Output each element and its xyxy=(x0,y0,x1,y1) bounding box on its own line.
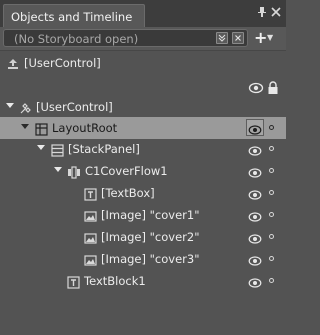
visibility-eye-icon[interactable] xyxy=(248,274,262,288)
lock-toggle-dot[interactable] xyxy=(269,190,274,195)
usercontrol-icon xyxy=(19,100,32,114)
column-header-row xyxy=(0,78,286,98)
lock-toggle-dot[interactable] xyxy=(269,278,274,283)
panel-tab[interactable]: Objects and Timeline xyxy=(3,4,145,27)
image-icon xyxy=(84,230,97,244)
tree-item-label: TextBlock1 xyxy=(84,274,146,288)
show-all-eye-icon[interactable] xyxy=(248,80,264,94)
lock-toggle-dot[interactable] xyxy=(269,125,274,130)
scope-row[interactable]: [UserControl] xyxy=(0,52,286,74)
lock-toggle-dot[interactable] xyxy=(269,212,274,217)
visibility-eye-icon[interactable] xyxy=(248,230,262,244)
lock-all-icon[interactable] xyxy=(267,80,279,94)
lock-toggle-dot[interactable] xyxy=(269,146,274,151)
lock-toggle-dot[interactable] xyxy=(269,256,274,261)
expand-toggle-icon[interactable] xyxy=(6,103,14,108)
tree-item-label: [UserControl] xyxy=(36,100,113,114)
image-icon xyxy=(84,252,97,266)
visibility-eye-icon[interactable] xyxy=(248,252,262,266)
storyboard-picker-text: (No Storyboard open) xyxy=(14,32,139,46)
new-storyboard-button[interactable]: + xyxy=(254,30,267,46)
tree-item-stackpanel[interactable]: [StackPanel] xyxy=(0,138,286,160)
pin-icon[interactable] xyxy=(256,6,268,18)
close-storyboard-button[interactable] xyxy=(232,32,244,44)
tree-item-image-cover1[interactable]: [Image] "cover1" xyxy=(0,204,286,226)
panel-title: Objects and Timeline xyxy=(11,10,133,24)
scope-up-icon[interactable] xyxy=(6,56,20,70)
tree-item-label: [TextBox] xyxy=(101,186,155,200)
storyboard-picker[interactable]: (No Storyboard open) xyxy=(3,29,248,47)
panel-title-bar: Objects and Timeline xyxy=(0,0,286,27)
visibility-eye-icon[interactable] xyxy=(248,121,262,135)
tree-item-image-cover2[interactable]: [Image] "cover2" xyxy=(0,226,286,248)
visibility-eye-icon[interactable] xyxy=(248,142,262,156)
close-icon[interactable] xyxy=(270,6,282,18)
tree-item-image-cover3[interactable]: [Image] "cover3" xyxy=(0,248,286,270)
scope-label: [UserControl] xyxy=(24,56,101,70)
image-icon xyxy=(84,208,97,222)
grid-icon xyxy=(35,121,48,136)
divider xyxy=(0,50,286,51)
textbox-icon xyxy=(84,186,97,201)
new-storyboard-dropdown-icon[interactable]: ▼ xyxy=(267,33,273,42)
tree-item-usercontrol[interactable]: [UserControl] xyxy=(0,96,286,118)
panel-footer xyxy=(0,314,286,335)
objects-and-timeline-panel: Objects and Timeline (No Storyboard open… xyxy=(0,0,286,335)
visibility-eye-icon[interactable] xyxy=(248,164,262,178)
stackpanel-icon xyxy=(51,142,64,157)
tree-item-label: [StackPanel] xyxy=(68,142,140,156)
visibility-eye-icon[interactable] xyxy=(248,208,262,222)
expand-toggle-icon[interactable] xyxy=(54,167,62,172)
tree-item-label: C1CoverFlow1 xyxy=(85,164,168,178)
storyboard-dropdown-button[interactable] xyxy=(216,32,228,44)
coverflow-icon xyxy=(67,164,80,179)
expand-toggle-icon[interactable] xyxy=(37,145,45,150)
textblock-icon xyxy=(67,274,80,289)
lock-toggle-dot[interactable] xyxy=(269,234,274,239)
tree-item-textblock1[interactable]: TextBlock1 xyxy=(0,270,286,292)
lock-toggle-dot[interactable] xyxy=(269,168,274,173)
tree-item-label: [Image] "cover2" xyxy=(101,230,200,244)
storyboard-row: (No Storyboard open) + ▼ xyxy=(0,27,286,50)
tree-item-layoutroot[interactable]: LayoutRoot xyxy=(0,117,286,139)
visibility-eye-icon[interactable] xyxy=(248,186,262,200)
tree-item-label: [Image] "cover3" xyxy=(101,252,200,266)
tree-item-label: [Image] "cover1" xyxy=(101,208,200,222)
expand-toggle-icon[interactable] xyxy=(21,124,29,129)
tree-item-textbox[interactable]: [TextBox] xyxy=(0,182,286,204)
tree-item-c1coverflow1[interactable]: C1CoverFlow1 xyxy=(0,160,286,182)
tree-item-label: LayoutRoot xyxy=(52,121,118,135)
